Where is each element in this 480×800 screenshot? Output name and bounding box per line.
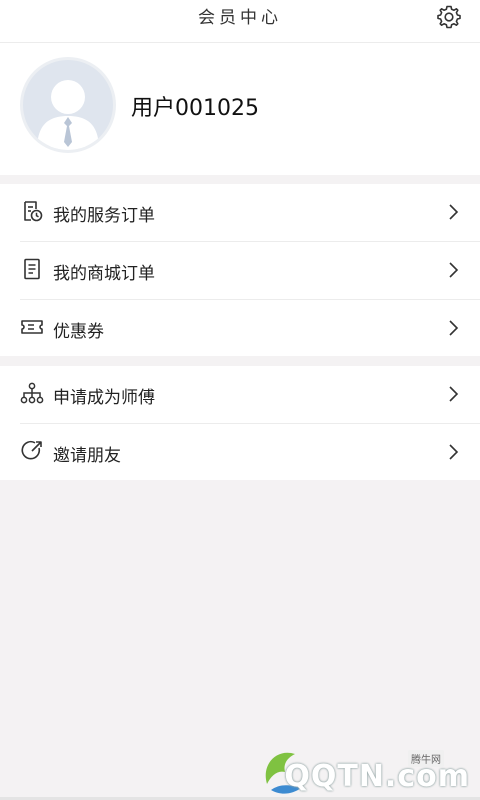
page-title: 会员中心 [198,8,282,28]
chevron-right-icon [449,444,459,460]
watermark: 腾牛网 QQTN.com [257,744,472,796]
avatar[interactable] [20,57,116,153]
menu-group-orders: 我的服务订单 我的商城订单 优惠券 [0,184,480,356]
service-order-icon [24,201,43,222]
menu-item-service-orders[interactable]: 我的服务订单 [20,184,480,242]
chevron-right-icon [449,262,459,278]
chevron-right-icon [449,204,459,220]
menu-item-label: 申请成为师傅 [53,388,155,408]
menu-item-label: 优惠券 [53,322,104,342]
menu-item-become-master[interactable]: 申请成为师傅 [20,366,480,424]
menu-item-label: 我的服务订单 [53,206,155,226]
menu-item-coupons[interactable]: 优惠券 [20,300,480,358]
watermark-text: QQTN.com [284,759,470,794]
menu-item-mall-orders[interactable]: 我的商城订单 [20,242,480,300]
menu-item-label: 我的商城订单 [53,264,155,284]
chevron-right-icon [449,386,459,402]
chevron-right-icon [449,320,459,336]
settings-button[interactable] [436,4,462,30]
menu-item-invite-friends[interactable]: 邀请朋友 [20,424,480,482]
top-header: 会员中心 [0,0,480,43]
mall-order-icon [24,258,40,280]
username: 用户001025 [131,96,259,121]
share-icon [21,440,42,460]
menu-item-label: 邀请朋友 [53,446,121,466]
profile-card[interactable]: 用户001025 [0,43,480,175]
gear-icon [437,5,461,29]
default-user-avatar-icon [37,80,99,150]
menu-group-community: 申请成为师傅 邀请朋友 [0,366,480,480]
coupon-icon [21,320,43,334]
network-icon [20,382,44,404]
